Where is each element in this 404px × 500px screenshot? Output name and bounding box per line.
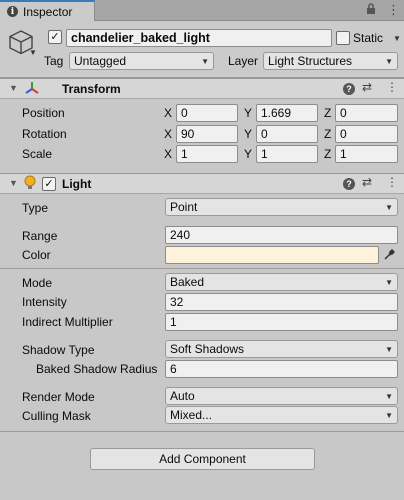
light-enabled-checkbox[interactable]: ✓ <box>42 177 56 191</box>
static-checkbox[interactable] <box>336 31 350 45</box>
light-title: Light <box>62 177 92 191</box>
indirect-multiplier-label: Indirect Multiplier <box>22 315 113 329</box>
mode-value: Baked <box>170 275 205 289</box>
axis-x-label[interactable]: X <box>164 127 172 141</box>
axis-y-label[interactable]: Y <box>244 106 252 120</box>
axis-y-label[interactable]: Y <box>244 147 252 161</box>
render-mode-label: Render Mode <box>22 390 95 404</box>
add-component-button[interactable]: Add Component <box>90 448 315 470</box>
baked-shadow-radius-field[interactable]: 6 <box>165 360 398 378</box>
position-label: Position <box>22 106 65 120</box>
light-foldout-icon[interactable]: ▼ <box>9 178 18 188</box>
checkmark-icon: ✓ <box>50 30 60 43</box>
shadow-type-label: Shadow Type <box>22 343 95 357</box>
rotation-label: Rotation <box>22 127 67 141</box>
type-value: Point <box>170 200 198 214</box>
light-bulb-icon <box>23 175 37 194</box>
context-menu-icon[interactable]: ⋮ <box>386 80 398 94</box>
axis-z-label[interactable]: Z <box>324 106 331 120</box>
rotation-z-field[interactable]: 0 <box>335 125 398 143</box>
lock-icon[interactable] <box>366 3 376 18</box>
static-label: Static <box>353 31 384 45</box>
rotation-x-field[interactable]: 90 <box>176 125 238 143</box>
menu-icon[interactable]: ⋮ <box>387 2 400 18</box>
checkmark-icon: ✓ <box>44 177 54 190</box>
axis-x-label[interactable]: X <box>164 147 172 161</box>
divider <box>0 268 404 269</box>
layer-value: Light Structures <box>268 54 353 68</box>
culling-mask-dropdown[interactable]: Mixed... ▼ <box>165 406 398 424</box>
mode-label: Mode <box>22 276 53 290</box>
tab-inspector-label: Inspector <box>23 4 73 19</box>
axis-y-label[interactable]: Y <box>244 127 252 141</box>
dropdown-arrow-icon: ▼ <box>385 344 393 354</box>
presets-icon[interactable]: ⇄ <box>362 175 372 189</box>
range-field[interactable]: 240 <box>165 226 398 244</box>
presets-icon[interactable]: ⇄ <box>362 80 372 94</box>
type-dropdown[interactable]: Point ▼ <box>165 198 398 216</box>
intensity-label: Intensity <box>22 295 67 309</box>
eyedropper-icon[interactable] <box>380 246 398 264</box>
range-label: Range <box>22 229 58 243</box>
position-z-field[interactable]: 0 <box>335 104 398 122</box>
type-label: Type <box>22 201 49 215</box>
scale-z-field[interactable]: 1 <box>335 145 398 163</box>
color-label: Color <box>22 248 51 262</box>
tag-value: Untagged <box>74 54 127 68</box>
position-y-field[interactable]: 1.669 <box>256 104 318 122</box>
scale-y-field[interactable]: 1 <box>256 145 318 163</box>
context-menu-icon[interactable]: ⋮ <box>386 175 398 189</box>
rotation-y-field[interactable]: 0 <box>256 125 318 143</box>
baked-shadow-radius-label: Baked Shadow Radius <box>36 362 158 376</box>
axis-z-label[interactable]: Z <box>324 147 331 161</box>
layer-label: Layer <box>228 54 259 68</box>
tag-label: Tag <box>44 54 64 68</box>
layer-dropdown[interactable]: Light Structures ▼ <box>263 52 398 70</box>
axis-z-label[interactable]: Z <box>324 127 331 141</box>
mode-dropdown[interactable]: Baked ▼ <box>165 273 398 291</box>
dropdown-arrow-icon: ▼ <box>385 277 393 287</box>
shadow-type-dropdown[interactable]: Soft Shadows ▼ <box>165 340 398 358</box>
culling-mask-label: Culling Mask <box>22 409 91 423</box>
help-icon[interactable]: ? <box>343 178 355 190</box>
help-icon[interactable]: ? <box>343 83 355 95</box>
shadow-type-value: Soft Shadows <box>170 342 245 356</box>
axis-x-label[interactable]: X <box>164 106 172 120</box>
transform-title: Transform <box>62 82 121 96</box>
dropdown-arrow-icon: ▼ <box>201 56 209 66</box>
dropdown-arrow-icon: ▼ <box>385 56 393 66</box>
scale-x-field[interactable]: 1 <box>176 145 238 163</box>
scale-label: Scale <box>22 147 53 161</box>
culling-mask-value: Mixed... <box>170 408 213 422</box>
info-icon: i <box>7 6 18 17</box>
icon-dropdown-arrow-icon[interactable]: ▼ <box>29 48 37 57</box>
transform-foldout-icon[interactable]: ▼ <box>9 83 18 93</box>
active-checkbox[interactable]: ✓ <box>48 30 62 44</box>
position-x-field[interactable]: 0 <box>176 104 238 122</box>
color-field[interactable] <box>165 246 379 264</box>
tab-inspector[interactable]: i Inspector <box>0 0 95 21</box>
render-mode-dropdown[interactable]: Auto ▼ <box>165 387 398 405</box>
indirect-multiplier-field[interactable]: 1 <box>165 313 398 331</box>
tag-dropdown[interactable]: Untagged ▼ <box>69 52 214 70</box>
intensity-field[interactable]: 32 <box>165 293 398 311</box>
dropdown-arrow-icon: ▼ <box>385 202 393 212</box>
transform-icon <box>24 80 40 99</box>
gameobject-name-field[interactable]: chandelier_baked_light <box>66 29 332 47</box>
render-mode-value: Auto <box>170 389 195 403</box>
dropdown-arrow-icon: ▼ <box>385 391 393 401</box>
dropdown-arrow-icon: ▼ <box>385 410 393 420</box>
static-dropdown-arrow-icon[interactable]: ▼ <box>393 34 401 43</box>
